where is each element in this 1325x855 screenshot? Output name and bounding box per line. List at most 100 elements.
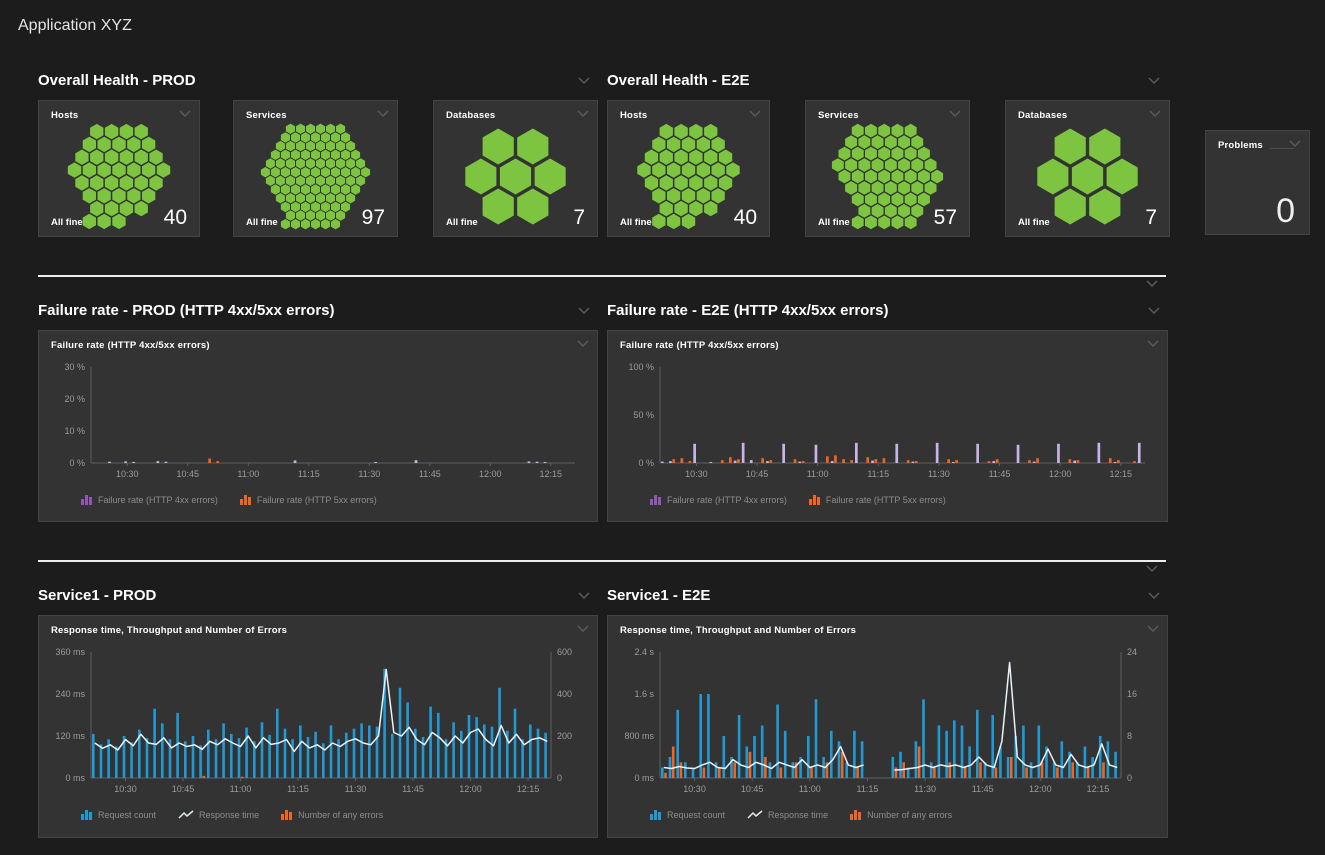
section-title: Overall Health - E2E: [607, 72, 750, 89]
chevron-down-icon[interactable]: [1148, 592, 1160, 599]
tile-services-e2e[interactable]: Services All fine57: [805, 100, 970, 237]
chart-tile-service-e2e[interactable]: Response time, Throughput and Number of …: [607, 615, 1168, 838]
health-status: All fine: [246, 217, 278, 228]
problems-count: 0: [1276, 194, 1295, 228]
svg-text:12:00: 12:00: [479, 469, 502, 479]
svg-text:100 %: 100 %: [628, 362, 654, 372]
tile-databases-e2e[interactable]: Databases All fine7: [1005, 100, 1170, 237]
bar-series-icon: [81, 809, 93, 820]
svg-text:24: 24: [1127, 647, 1137, 657]
svg-text:0 ms: 0 ms: [634, 773, 654, 783]
svg-text:11:15: 11:15: [857, 784, 879, 794]
bar-series-icon: [650, 494, 662, 505]
svg-text:1.6 s: 1.6 s: [634, 689, 654, 699]
section-header-health-prod: Overall Health - PROD: [38, 70, 590, 90]
svg-text:11:30: 11:30: [345, 784, 367, 794]
chart-tile-failure-e2e[interactable]: Failure rate (HTTP 4xx/5xx errors) 100 %…: [607, 330, 1168, 522]
chevron-down-icon[interactable]: [578, 77, 590, 84]
bar-series-icon: [240, 494, 252, 505]
chevron-down-icon[interactable]: [749, 110, 761, 117]
tile-databases-prod[interactable]: Databases All fine 7: [433, 100, 598, 237]
chevron-down-icon[interactable]: [1146, 280, 1158, 287]
svg-text:12:15: 12:15: [1109, 469, 1132, 479]
svg-text:11:45: 11:45: [402, 784, 424, 794]
health-status: All fine: [620, 217, 652, 228]
tile-title: Failure rate (HTTP 4xx/5xx errors): [51, 340, 210, 351]
svg-text:11:45: 11:45: [972, 784, 994, 794]
section-title: Service1 - PROD: [38, 587, 156, 604]
section-title: Failure rate - PROD (HTTP 4xx/5xx errors…: [38, 302, 335, 319]
tile-title: Hosts: [51, 110, 78, 121]
legend-item[interactable]: Response time: [747, 810, 828, 820]
legend-item[interactable]: Number of any errors: [850, 809, 952, 820]
tile-hosts-e2e[interactable]: Hosts All fine40: [607, 100, 770, 237]
service-e2e-chart[interactable]: 2.4 s1.6 s800 ms0 ms24168010:3010:4511:0…: [614, 642, 1161, 802]
bar-series-icon: [81, 494, 93, 505]
chevron-down-icon[interactable]: [949, 110, 961, 117]
problems-trend-placeholder: [1270, 148, 1294, 149]
svg-text:11:45: 11:45: [989, 469, 1011, 479]
chevron-down-icon[interactable]: [578, 592, 590, 599]
section-divider: [38, 560, 1166, 562]
legend-label: Number of any errors: [298, 810, 383, 820]
legend-item[interactable]: Failure rate (HTTP 4xx errors): [81, 494, 218, 505]
entity-count: 7: [573, 207, 585, 228]
chevron-down-icon[interactable]: [578, 307, 590, 314]
svg-text:12:15: 12:15: [517, 784, 540, 794]
tile-services-prod[interactable]: Services All fine97: [233, 100, 398, 237]
svg-text:11:00: 11:00: [807, 469, 829, 479]
tile-problems[interactable]: Problems 0: [1205, 130, 1310, 235]
line-series-icon: [747, 810, 763, 820]
svg-text:10:45: 10:45: [177, 469, 200, 479]
legend-item[interactable]: Failure rate (HTTP 5xx errors): [240, 494, 377, 505]
chevron-down-icon[interactable]: [1148, 77, 1160, 84]
bar-series-icon: [650, 809, 662, 820]
chart-tile-service-prod[interactable]: Response time, Throughput and Number of …: [38, 615, 598, 838]
chevron-down-icon[interactable]: [1146, 565, 1158, 572]
svg-text:10:45: 10:45: [741, 784, 764, 794]
svg-text:11:15: 11:15: [298, 469, 320, 479]
svg-text:11:00: 11:00: [799, 784, 821, 794]
svg-text:12:00: 12:00: [1049, 469, 1072, 479]
legend-item[interactable]: Response time: [178, 810, 259, 820]
health-status: All fine: [446, 217, 478, 228]
chevron-down-icon[interactable]: [577, 340, 589, 347]
legend-item[interactable]: Failure rate (HTTP 4xx errors): [650, 494, 787, 505]
section-header-service-prod: Service1 - PROD: [38, 585, 590, 605]
tile-title: Response time, Throughput and Number of …: [51, 625, 287, 636]
chevron-down-icon[interactable]: [1147, 340, 1159, 347]
failure-rate-e2e-chart[interactable]: 100 %50 %0 %10:3010:4511:0011:1511:3011:…: [614, 357, 1161, 487]
chevron-down-icon[interactable]: [1289, 140, 1301, 147]
svg-text:11:30: 11:30: [914, 784, 936, 794]
chevron-down-icon[interactable]: [1149, 110, 1161, 117]
failure-rate-prod-chart[interactable]: 30 %20 %10 %0 %10:3010:4511:0011:1511:30…: [45, 357, 591, 487]
svg-text:12:15: 12:15: [540, 469, 563, 479]
tile-title: Hosts: [620, 110, 647, 121]
tile-title: Response time, Throughput and Number of …: [620, 625, 856, 636]
svg-text:16: 16: [1127, 689, 1137, 699]
svg-text:360 ms: 360 ms: [55, 647, 85, 657]
chevron-down-icon[interactable]: [1148, 307, 1160, 314]
legend-item[interactable]: Failure rate (HTTP 5xx errors): [809, 494, 946, 505]
chevron-down-icon[interactable]: [179, 110, 191, 117]
legend-item[interactable]: Request count: [81, 809, 156, 820]
chart-tile-failure-prod[interactable]: Failure rate (HTTP 4xx/5xx errors) 30 %2…: [38, 330, 598, 522]
chevron-down-icon[interactable]: [577, 110, 589, 117]
service-prod-chart[interactable]: 360 ms240 ms120 ms0 ms600400200010:3010:…: [45, 642, 591, 802]
svg-text:10:30: 10:30: [114, 784, 137, 794]
page-title: Application XYZ: [18, 17, 132, 35]
section-divider: [38, 275, 1166, 277]
svg-text:50 %: 50 %: [633, 410, 654, 420]
legend-item[interactable]: Number of any errors: [281, 809, 383, 820]
section-title: Service1 - E2E: [607, 587, 710, 604]
svg-text:12:00: 12:00: [1029, 784, 1052, 794]
chevron-down-icon[interactable]: [1147, 625, 1159, 632]
tile-title: Databases: [446, 110, 495, 121]
section-header-failure-prod: Failure rate - PROD (HTTP 4xx/5xx errors…: [38, 300, 590, 320]
line-series-icon: [178, 810, 194, 820]
chevron-down-icon[interactable]: [577, 625, 589, 632]
legend-item[interactable]: Request count: [650, 809, 725, 820]
svg-text:0: 0: [557, 773, 562, 783]
chevron-down-icon[interactable]: [377, 110, 389, 117]
tile-hosts-prod[interactable]: Hosts All fine40: [38, 100, 200, 237]
